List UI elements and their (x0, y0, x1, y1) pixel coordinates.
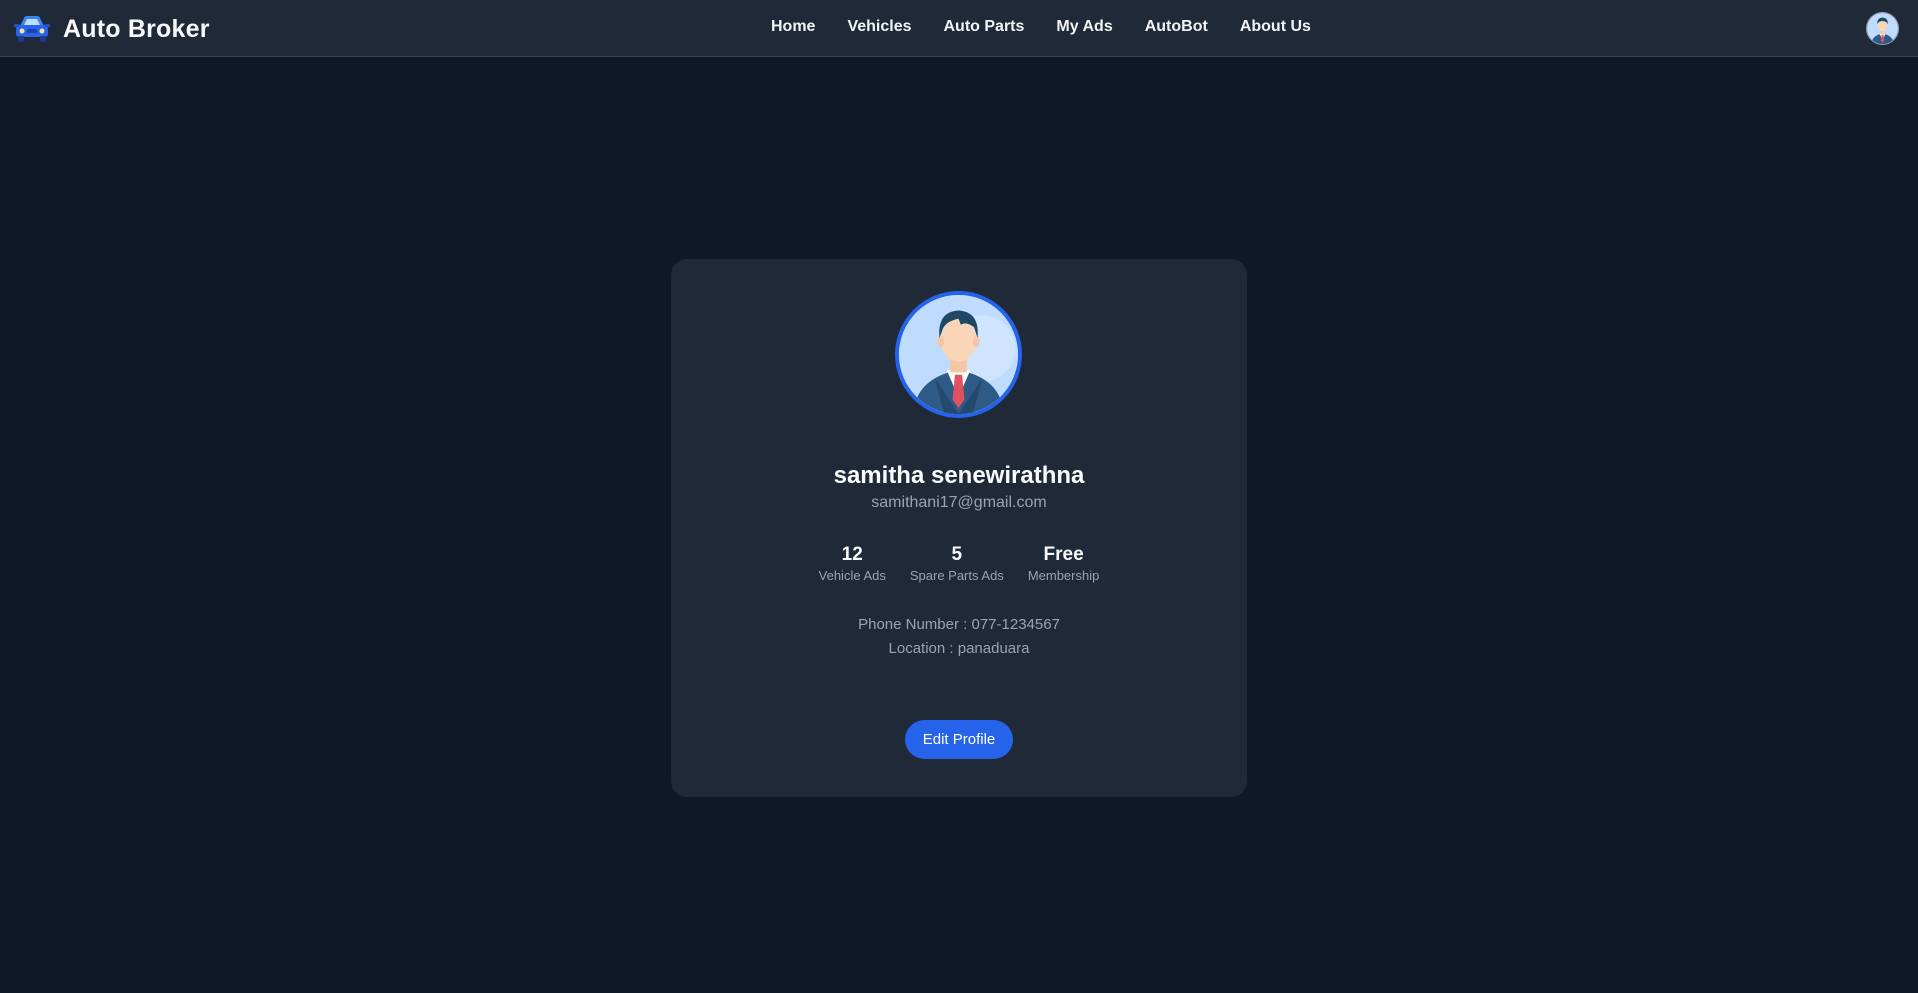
main-nav: Home Vehicles Auto Parts My Ads AutoBot … (771, 18, 1311, 36)
profile-card: samitha senewirathna samithani17@gmail.c… (671, 259, 1247, 797)
profile-stats: 12 Vehicle Ads 5 Spare Parts Ads Free Me… (671, 543, 1247, 583)
profile-avatar-icon (895, 291, 1022, 418)
profile-name: samitha senewirathna (833, 462, 1085, 489)
profile-phone: Phone Number : 077-1234567 (858, 616, 1060, 633)
profile-email: samithani17@gmail.com (871, 494, 1047, 511)
stat-value: Free (1043, 544, 1084, 565)
stat-label: Membership (1027, 568, 1100, 583)
nav-home-link[interactable]: Home (771, 18, 815, 36)
stat-label: Spare Parts Ads (909, 568, 1004, 583)
edit-profile-button[interactable]: Edit Profile (905, 720, 1013, 759)
stat-vehicle-ads: 12 Vehicle Ads (819, 543, 886, 583)
stat-spare-parts-ads: 5 Spare Parts Ads (910, 543, 1004, 583)
stat-value: 12 (841, 544, 863, 565)
profile-contact-info: Phone Number : 077-1234567 Location : pa… (671, 613, 1247, 661)
nav-about-us-link[interactable]: About Us (1240, 18, 1311, 36)
stat-label: Vehicle Ads (818, 568, 886, 583)
car-icon (14, 14, 50, 44)
stat-value: 5 (951, 544, 963, 565)
stat-membership: Free Membership (1028, 543, 1100, 583)
top-navbar: Auto Broker Home Vehicles Auto Parts My … (0, 0, 1918, 57)
user-avatar-icon[interactable] (1866, 12, 1899, 45)
nav-autobot-link[interactable]: AutoBot (1145, 18, 1208, 36)
nav-my-ads-link[interactable]: My Ads (1056, 18, 1112, 36)
nav-vehicles-link[interactable]: Vehicles (847, 18, 911, 36)
brand[interactable]: Auto Broker (14, 12, 210, 46)
brand-title: Auto Broker (63, 14, 210, 43)
profile-location: Location : panaduara (888, 640, 1030, 657)
nav-auto-parts-link[interactable]: Auto Parts (944, 18, 1025, 36)
